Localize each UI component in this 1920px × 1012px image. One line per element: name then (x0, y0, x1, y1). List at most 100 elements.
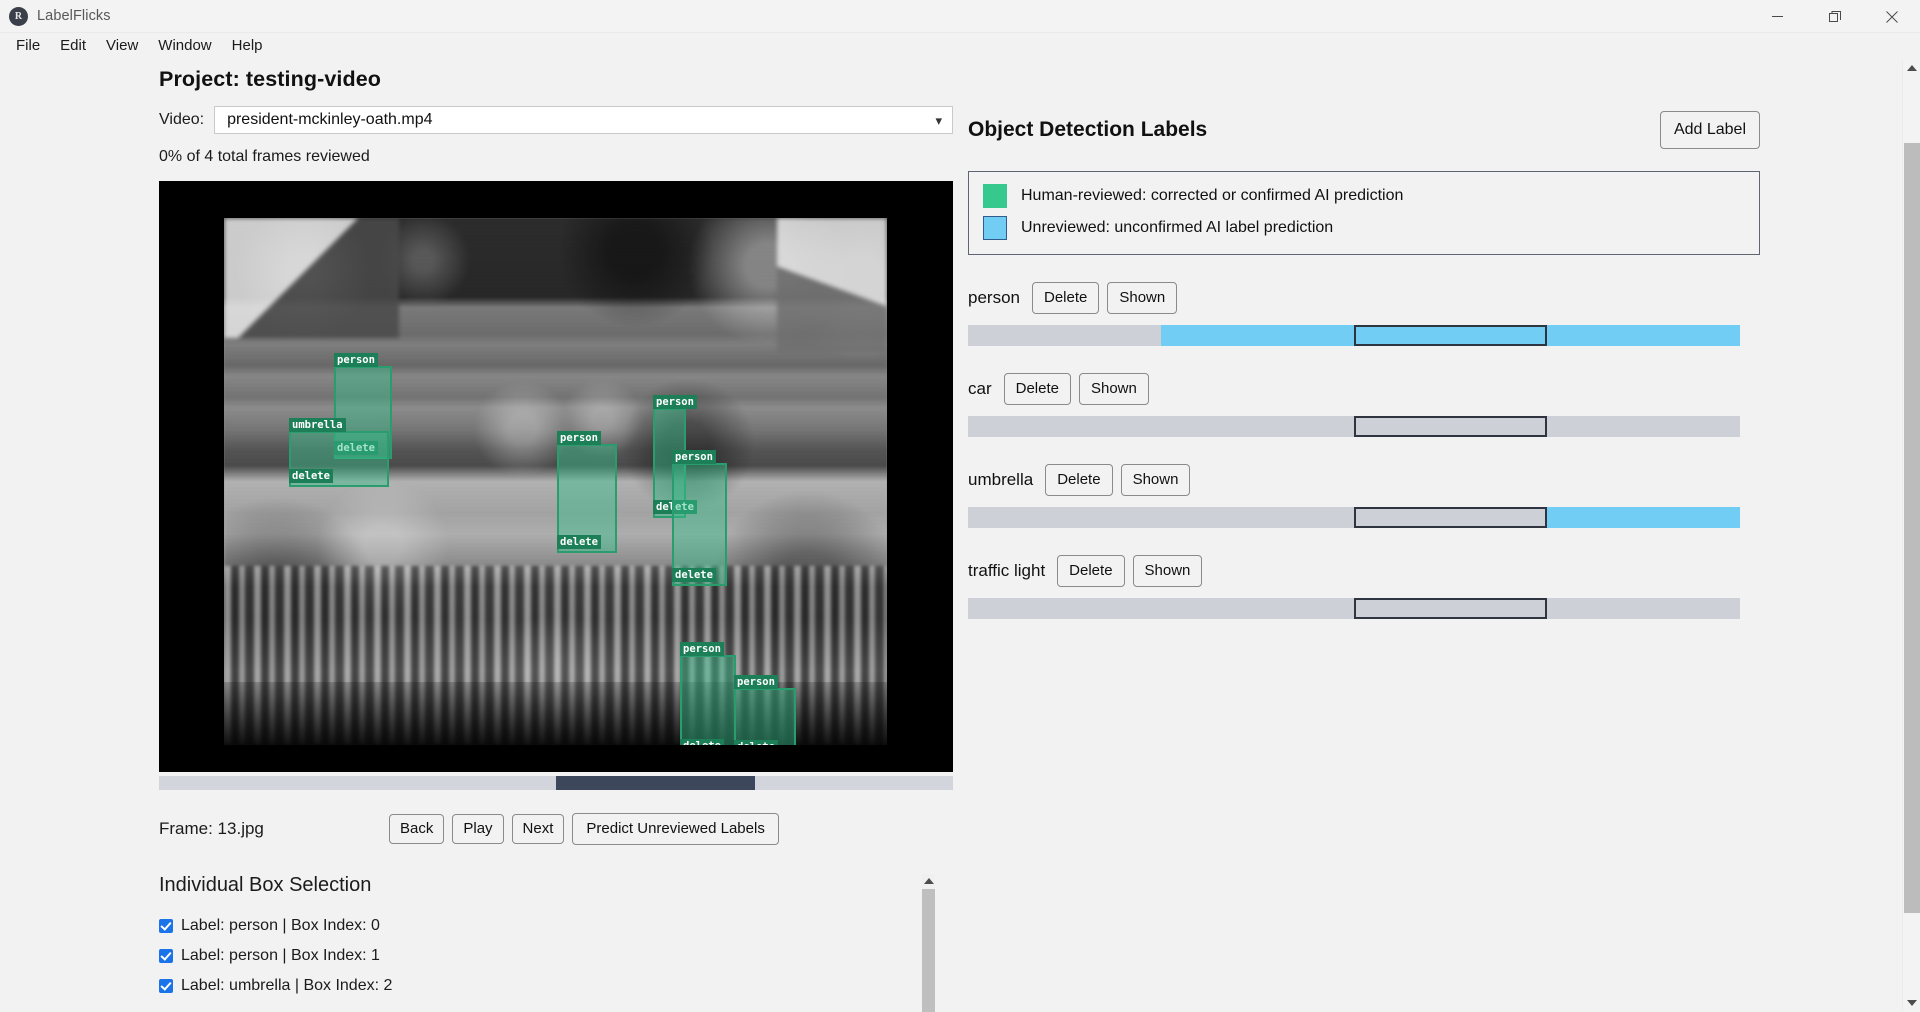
bounding-box-label: umbrella (289, 418, 346, 432)
video-review-panel: Project: testing-video Video: president-… (159, 67, 953, 1012)
label-visibility-button[interactable]: Shown (1120, 464, 1191, 496)
add-label-button[interactable]: Add Label (1659, 111, 1760, 149)
box-selection-row[interactable]: Label: person | Box Index: 1 (159, 945, 953, 967)
playback-controls: Frame: 13.jpg Back Play Next Predict Unr… (159, 812, 953, 846)
close-button[interactable] (1863, 0, 1920, 33)
label-timeline-segment[interactable] (1161, 507, 1354, 528)
menu-view[interactable]: View (96, 34, 148, 58)
page-scrollbar-thumb[interactable] (1904, 143, 1920, 913)
frame-seek-thumb[interactable] (556, 776, 755, 790)
app-logo-icon: R (9, 6, 28, 26)
bounding-box-delete-link[interactable]: delete (734, 740, 778, 745)
legend-item-human-reviewed: Human-reviewed: corrected or confirmed A… (983, 184, 1745, 208)
label-group: person Delete Shown (968, 281, 1760, 346)
label-timeline-segment[interactable] (1354, 507, 1547, 528)
labels-panel-title: Object Detection Labels (968, 118, 1208, 141)
box-selection-checkbox[interactable] (159, 979, 173, 993)
label-header: car Delete Shown (968, 372, 1760, 406)
label-timeline-segment[interactable] (1547, 325, 1740, 346)
box-selection-checkbox[interactable] (159, 919, 173, 933)
video-image-flag-right (777, 218, 887, 353)
bounding-box[interactable]: person delete (672, 450, 727, 586)
predict-unreviewed-labels-button[interactable]: Predict Unreviewed Labels (572, 813, 779, 845)
box-selection-scrollbar-thumb[interactable] (922, 889, 935, 1012)
label-timeline-track[interactable] (968, 598, 1740, 619)
back-button[interactable]: Back (389, 814, 445, 844)
label-timeline-segment[interactable] (1354, 416, 1547, 437)
legend-item-unreviewed: Unreviewed: unconfirmed AI label predict… (983, 216, 1745, 240)
bounding-box-label: person (334, 353, 378, 367)
bounding-box-delete-link[interactable]: delete (557, 535, 601, 549)
box-selection-checkbox[interactable] (159, 949, 173, 963)
label-timeline-track[interactable] (968, 507, 1740, 528)
scroll-up-arrow-icon[interactable] (922, 874, 935, 887)
play-button[interactable]: Play (452, 814, 504, 844)
label-timeline-segment[interactable] (1161, 416, 1354, 437)
menu-help[interactable]: Help (222, 34, 273, 58)
page-scrollbar[interactable] (1902, 59, 1920, 1012)
label-delete-button[interactable]: Delete (1057, 555, 1125, 587)
labels-panel-header: Object Detection Labels Add Label (968, 111, 1760, 149)
bounding-box[interactable]: person delete (734, 675, 796, 745)
label-delete-button[interactable]: Delete (1031, 282, 1100, 314)
label-timeline-segment[interactable] (968, 416, 1161, 437)
bounding-box-delete-link[interactable]: delete (680, 739, 724, 745)
menu-window[interactable]: Window (148, 34, 221, 58)
box-selection-row[interactable]: Label: person | Box Index: 0 (159, 915, 953, 937)
box-selection-row[interactable]: Label: umbrella | Box Index: 2 (159, 975, 953, 997)
minimize-button[interactable] (1749, 0, 1806, 33)
individual-box-selection-list: Label: person | Box Index: 0 Label: perso… (159, 915, 953, 997)
workspace: Project: testing-video Video: president-… (0, 59, 1920, 1012)
menubar: File Edit View Window Help (0, 33, 1920, 59)
label-group: umbrella Delete Shown (968, 463, 1760, 528)
label-timeline-segment[interactable] (1161, 598, 1354, 619)
bounding-box-delete-link[interactable]: delete (672, 568, 716, 582)
label-delete-button[interactable]: Delete (1045, 464, 1113, 496)
legend-swatch-green (983, 184, 1007, 208)
bounding-box-delete-link[interactable]: delete (289, 469, 333, 483)
object-detection-labels-panel: Object Detection Labels Add Label Human-… (968, 111, 1760, 619)
label-timeline-segment[interactable] (1547, 507, 1740, 528)
label-timeline-track[interactable] (968, 325, 1740, 346)
label-timeline-segment[interactable] (1547, 416, 1740, 437)
video-image-flag-left (224, 218, 399, 338)
label-timeline-segment[interactable] (1354, 325, 1547, 346)
label-timeline-segment[interactable] (968, 325, 1161, 346)
bounding-box[interactable]: umbrella delete (289, 418, 389, 487)
video-select-label: Video: (159, 111, 205, 128)
label-visibility-button[interactable]: Shown (1107, 282, 1178, 314)
label-timeline-track[interactable] (968, 416, 1740, 437)
video-image: person delete umbrella delete person delete pe… (224, 218, 887, 745)
video-frame-canvas[interactable]: person delete umbrella delete person delete pe… (159, 181, 953, 772)
video-select[interactable]: president-mckinley-oath.mp4 ▾ (214, 106, 953, 134)
restore-icon (1828, 10, 1841, 22)
scroll-up-arrow-icon[interactable] (1903, 59, 1920, 77)
bounding-box[interactable]: person delete (557, 431, 617, 553)
video-selector-row: Video: president-mckinley-oath.mp4 ▾ (159, 106, 953, 134)
menu-edit[interactable]: Edit (50, 34, 96, 58)
legend-label-unreviewed: Unreviewed: unconfirmed AI label predict… (1021, 219, 1334, 236)
maximize-button[interactable] (1806, 0, 1863, 33)
scroll-down-arrow-icon[interactable] (1903, 994, 1920, 1012)
label-visibility-button[interactable]: Shown (1132, 555, 1203, 587)
bounding-box-label: person (680, 642, 724, 656)
frame-seek-bar[interactable] (159, 776, 953, 790)
label-groups: person Delete Shown car Delete Shown umbrella D… (968, 281, 1760, 619)
bounding-box-label: person (672, 450, 716, 464)
bounding-box-label: person (653, 395, 697, 409)
label-timeline-segment[interactable] (968, 507, 1161, 528)
box-selection-label: Label: umbrella | Box Index: 2 (181, 977, 393, 994)
label-timeline-segment[interactable] (968, 598, 1161, 619)
menu-file[interactable]: File (6, 34, 50, 58)
close-icon (1885, 10, 1898, 23)
box-selection-scrollbar[interactable] (922, 874, 935, 1012)
label-visibility-button[interactable]: Shown (1078, 373, 1149, 405)
bounding-box-label: person (557, 431, 601, 445)
label-timeline-segment[interactable] (1354, 598, 1547, 619)
label-delete-button[interactable]: Delete (1003, 373, 1071, 405)
next-button[interactable]: Next (511, 814, 565, 844)
label-timeline-segment[interactable] (1161, 325, 1354, 346)
bounding-box[interactable]: person delete (680, 642, 736, 745)
label-timeline-segment[interactable] (1547, 598, 1740, 619)
label-header: traffic light Delete Shown (968, 554, 1760, 588)
